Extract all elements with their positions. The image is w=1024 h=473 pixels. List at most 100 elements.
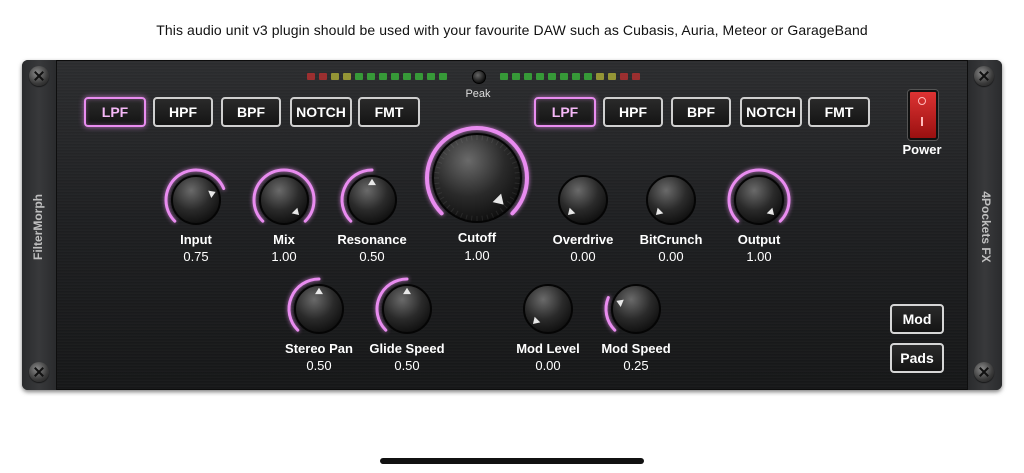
meter-led-icon [584, 73, 592, 80]
input-knob-graphic [164, 168, 226, 225]
resonance-knob[interactable] [336, 164, 408, 236]
filter-left-bpf-button[interactable]: BPF [221, 97, 281, 127]
output-value: 1.00 [746, 249, 772, 264]
knurl-mark [514, 182, 520, 185]
power-off-mark-icon [918, 97, 926, 105]
meter-led-icon [620, 73, 628, 80]
meter-led-icon [632, 73, 640, 80]
output-knob[interactable] [723, 164, 795, 236]
meter-led-icon [415, 73, 423, 80]
mix-knob[interactable] [248, 164, 320, 236]
input-knob-body [171, 175, 221, 225]
meter-led-icon [608, 73, 616, 80]
mod-speed-label: Mod Speed [601, 341, 671, 356]
meter-led-icon [319, 73, 327, 80]
knurl-mark [481, 215, 484, 221]
peak-label: Peak [465, 88, 491, 100]
filter-right-bpf-button[interactable]: BPF [671, 97, 731, 127]
meter-led-icon [355, 73, 363, 80]
power-switch[interactable] [908, 90, 938, 140]
glide-speed-knob[interactable] [371, 273, 443, 345]
meter-led-icon [343, 73, 351, 80]
meter-led-icon [439, 73, 447, 80]
meter-led-icon [572, 73, 580, 80]
glide-speed-knob-graphic [375, 277, 432, 334]
cutoff-knob[interactable] [421, 122, 533, 234]
knurl-mark [434, 182, 440, 185]
meter-led-icon [307, 73, 315, 80]
level-meter-left [307, 73, 447, 80]
meter-led-icon [403, 73, 411, 80]
filter-right-fmt-button[interactable]: FMT [808, 97, 870, 127]
meter-led-icon [560, 73, 568, 80]
knurl-mark [514, 171, 520, 174]
pads-button[interactable]: Pads [890, 343, 944, 373]
screw-icon [29, 66, 49, 86]
bitcrunch-knob-body [646, 175, 696, 225]
filter-left-fmt-button[interactable]: FMT [358, 97, 420, 127]
power-label: Power [902, 142, 942, 157]
input-knob[interactable] [160, 164, 232, 236]
cutoff-value: 1.00 [464, 248, 490, 263]
output-label: Output [737, 232, 781, 247]
mod-level-knob[interactable] [512, 273, 584, 345]
cutoff-label: Cutoff [457, 230, 497, 245]
mix-knob-body [259, 175, 309, 225]
home-indicator[interactable] [380, 458, 644, 464]
screw-icon [29, 362, 49, 382]
overdrive-knob[interactable] [547, 164, 619, 236]
knurl-mark [434, 171, 440, 174]
meter-led-icon [512, 73, 520, 80]
stereo-pan-knob[interactable] [283, 273, 355, 345]
output-knob-graphic [727, 168, 791, 225]
filter-right-notch-button[interactable]: NOTCH [740, 97, 802, 127]
mod-speed-knob-body [611, 284, 661, 334]
cutoff-knob-graphic [425, 126, 529, 223]
plugin-name: FilterMorph [31, 194, 45, 260]
plugin-panel: FilterMorph 4Pockets FX LPF HPF BPF NOTC… [22, 60, 1002, 390]
mod-level-knob-body [523, 284, 573, 334]
resonance-knob-graphic [340, 168, 397, 225]
meter-led-icon [536, 73, 544, 80]
power-on-mark-icon [921, 117, 923, 126]
filter-left-lpf-button[interactable]: LPF [84, 97, 146, 127]
stereo-pan-knob-graphic [287, 277, 344, 334]
meter-led-icon [367, 73, 375, 80]
mod-speed-knob[interactable] [600, 273, 672, 345]
filter-right-lpf-button[interactable]: LPF [534, 97, 596, 127]
bitcrunch-knob[interactable] [635, 164, 707, 236]
meter-led-icon [548, 73, 556, 80]
mix-knob-graphic [252, 168, 316, 225]
overdrive-knob-body [558, 175, 608, 225]
meter-led-icon [596, 73, 604, 80]
left-rail: FilterMorph [22, 60, 57, 390]
resonance-value: 0.50 [359, 249, 385, 264]
filter-left-notch-button[interactable]: NOTCH [290, 97, 352, 127]
glide-speed-value: 0.50 [394, 358, 420, 373]
meter-led-icon [331, 73, 339, 80]
meter-led-icon [524, 73, 532, 80]
cutoff-knob-body [432, 133, 522, 223]
bitcrunch-knob-graphic [646, 175, 696, 225]
meter-led-icon [500, 73, 508, 80]
right-rail: 4Pockets FX [967, 60, 1002, 390]
screw-icon [974, 362, 994, 382]
glide-speed-label: Glide Speed [369, 341, 445, 356]
meter-led-icon [391, 73, 399, 80]
meter-led-icon [379, 73, 387, 80]
filter-right-hpf-button[interactable]: HPF [603, 97, 663, 127]
vendor-name: 4Pockets FX [979, 191, 993, 263]
meter-led-icon [427, 73, 435, 80]
mod-level-knob-graphic [523, 284, 573, 334]
knurl-mark [481, 135, 484, 141]
output-knob-body [734, 175, 784, 225]
mod-button[interactable]: Mod [890, 304, 944, 334]
plugin-notice: This audio unit v3 plugin should be used… [156, 22, 868, 38]
knurl-mark [470, 135, 473, 141]
screw-icon [974, 66, 994, 86]
resonance-label: Resonance [337, 232, 407, 247]
peak-led-icon [472, 70, 486, 84]
level-meter-right [500, 73, 640, 80]
mod-speed-knob-graphic [604, 284, 661, 334]
filter-left-hpf-button[interactable]: HPF [153, 97, 213, 127]
